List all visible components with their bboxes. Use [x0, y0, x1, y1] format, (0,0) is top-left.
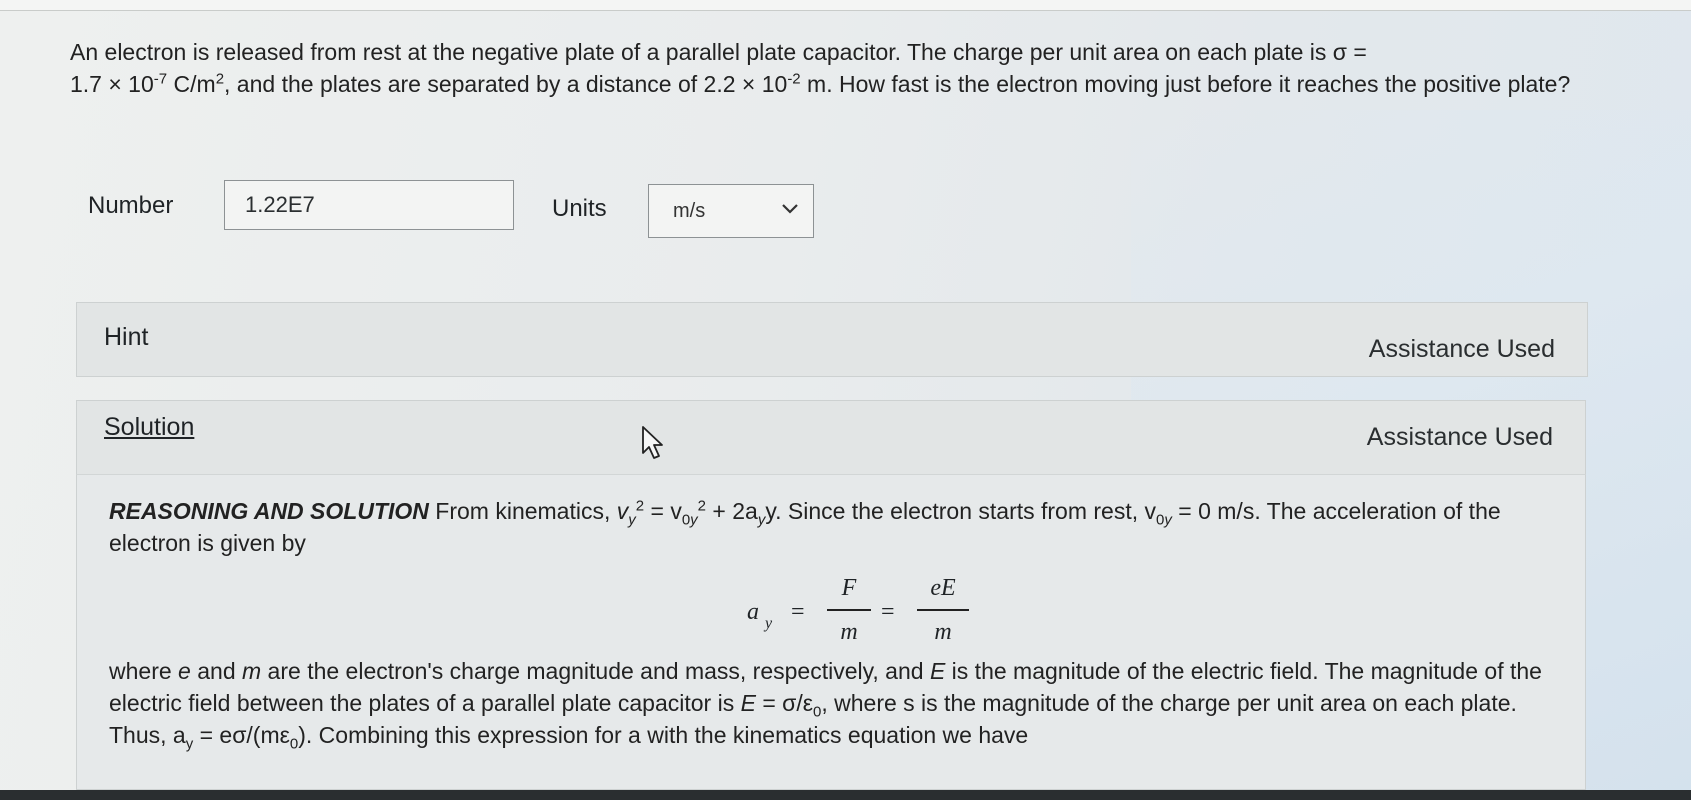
answer-row: Number Units m/s [88, 180, 988, 238]
hint-assistance-status: Assistance Used [1368, 335, 1555, 363]
number-input[interactable] [224, 180, 514, 230]
chevron-down-icon [782, 204, 798, 214]
fraction-f-over-m: F m [827, 571, 871, 649]
solution-heading: REASONING AND SOLUTION [109, 498, 429, 524]
solution-paragraph-1: REASONING AND SOLUTION From kinematics, … [109, 497, 1501, 556]
screen-bottom-edge [0, 790, 1691, 800]
mouse-pointer-icon [642, 426, 663, 459]
solution-title[interactable]: Solution [104, 413, 194, 442]
fraction-ee-over-m: eE m [917, 571, 969, 649]
solution-panel-header[interactable]: Solution Assistance Used [76, 400, 1586, 474]
units-selected-value: m/s [673, 200, 706, 222]
units-label: Units [552, 195, 607, 222]
units-select[interactable]: m/s [648, 184, 814, 238]
acceleration-equation: a y = F m = eE m [747, 571, 987, 653]
hint-title[interactable]: Hint [104, 323, 148, 352]
solution-assistance-status: Assistance Used [1366, 423, 1553, 451]
screen-top-edge [0, 0, 1691, 11]
solution-paragraph-2: where e and m are the electron's charge … [109, 658, 1542, 753]
question-text: An electron is released from rest at the… [70, 39, 1571, 97]
solution-body: REASONING AND SOLUTION From kinematics, … [76, 474, 1586, 790]
number-label: Number [88, 192, 174, 219]
hint-panel[interactable]: Hint Assistance Used [76, 302, 1588, 377]
